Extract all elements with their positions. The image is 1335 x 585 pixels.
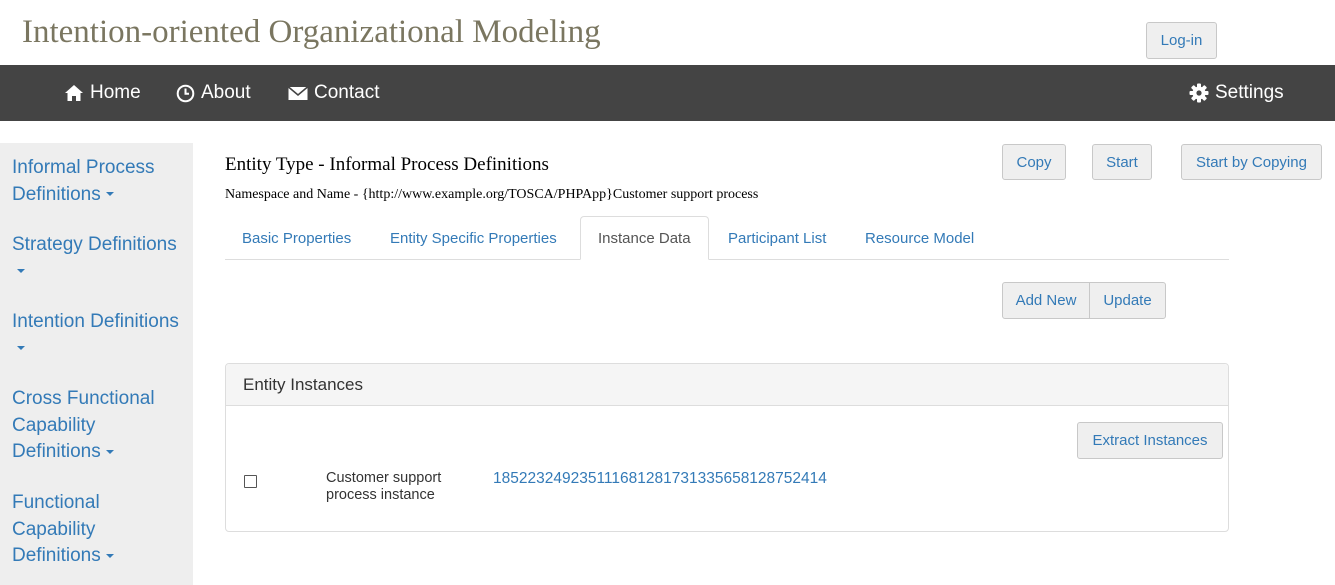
sidebar: Informal Process Definitions Strategy De…: [0, 143, 193, 585]
entity-type-title: Entity Type - Informal Process Definitio…: [225, 154, 549, 175]
sidebar-item-cross-functional-capability-definitions[interactable]: Cross Functional Capability Definitions: [12, 386, 162, 466]
instance-name: Customer support process instance: [326, 470, 442, 503]
update-button[interactable]: Update: [1089, 282, 1166, 319]
nav-settings-label: Settings: [1215, 82, 1284, 103]
caret-down-icon: [105, 449, 114, 454]
app-title: Intention-oriented Organizational Modeli…: [22, 14, 601, 50]
tab-basic-properties[interactable]: Basic Properties: [225, 216, 368, 260]
tab-entity-specific-properties[interactable]: Entity Specific Properties: [373, 216, 574, 260]
panel-heading: Entity Instances: [226, 364, 1228, 406]
top-navbar: Home About Contact Settings: [0, 65, 1335, 121]
namespace-and-name: Namespace and Name - {http://www.example…: [225, 187, 759, 202]
clock-icon: [176, 84, 195, 103]
start-by-copying-button[interactable]: Start by Copying: [1181, 144, 1322, 180]
home-icon: [64, 84, 84, 102]
sidebar-item-label: Cross Functional Capability Definitions: [12, 388, 155, 462]
nav-settings[interactable]: Settings: [1189, 65, 1284, 121]
sidebar-item-label: Intention Definitions: [12, 311, 179, 332]
tab-instance-data[interactable]: Instance Data: [580, 216, 709, 260]
caret-down-icon: [17, 269, 25, 274]
caret-down-icon: [17, 346, 25, 351]
sidebar-item-label: Strategy Definitions: [12, 234, 177, 255]
nav-about-label: About: [201, 82, 251, 103]
extract-instances-button[interactable]: Extract Instances: [1077, 422, 1223, 459]
login-button[interactable]: Log-in: [1146, 22, 1217, 59]
envelope-icon: [288, 85, 308, 101]
entity-instances-panel: Entity Instances Extract Instances Custo…: [225, 363, 1229, 532]
instance-checkbox[interactable]: [244, 475, 257, 488]
sidebar-item-strategy-definitions[interactable]: Strategy Definitions: [12, 232, 187, 285]
sidebar-item-label: Informal Process Definitions: [12, 157, 155, 205]
tab-resource-model[interactable]: Resource Model: [848, 216, 991, 260]
nav-contact[interactable]: Contact: [288, 65, 379, 121]
start-button[interactable]: Start: [1092, 144, 1152, 180]
sidebar-item-intention-definitions[interactable]: Intention Definitions: [12, 309, 187, 362]
sidebar-item-label: Functional Capability Definitions: [12, 492, 101, 566]
gear-icon: [1189, 83, 1209, 103]
sidebar-item-informal-process-definitions[interactable]: Informal Process Definitions: [12, 155, 187, 208]
caret-down-icon: [105, 192, 114, 197]
nav-home[interactable]: Home: [64, 65, 141, 121]
nav-contact-label: Contact: [314, 82, 380, 103]
caret-down-icon: [105, 553, 114, 558]
instance-id-link[interactable]: 1852232492351116812817313356581287524​14: [493, 470, 827, 488]
copy-button[interactable]: Copy: [1002, 144, 1066, 180]
tab-participant-list[interactable]: Participant List: [711, 216, 843, 260]
sidebar-item-functional-capability-definitions[interactable]: Functional Capability Definitions: [12, 490, 132, 570]
add-new-button[interactable]: Add New: [1002, 282, 1090, 319]
nav-home-label: Home: [90, 82, 141, 103]
nav-about[interactable]: About: [176, 65, 251, 121]
